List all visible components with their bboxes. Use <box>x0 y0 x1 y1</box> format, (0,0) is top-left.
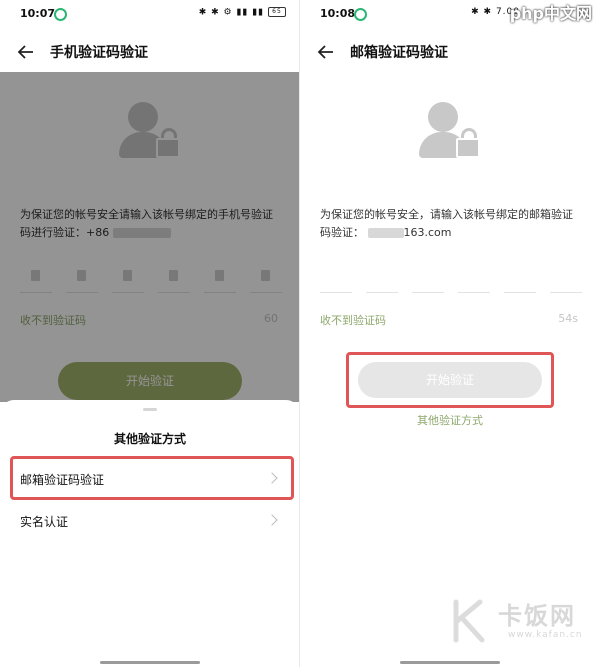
sheet-item-realname-auth[interactable]: 实名认证 <box>20 504 282 540</box>
home-indicator[interactable] <box>100 661 200 664</box>
kafan-logo-icon <box>453 599 485 643</box>
page-title: 手机验证码验证 <box>50 45 148 61</box>
countdown-timer: 54s <box>558 312 578 325</box>
highlight-box-verify-button <box>346 352 554 408</box>
sheet-title: 其他验证方式 <box>113 432 186 446</box>
status-time: 10:07 <box>20 7 56 20</box>
other-methods-link[interactable]: 其他验证方式 <box>300 412 600 428</box>
sheet-item-label: 实名认证 <box>20 515 69 529</box>
header: 邮箱验证码验证 <box>300 32 600 72</box>
watermark-php: php中文网 <box>509 4 592 23</box>
notification-icon <box>54 8 67 21</box>
back-arrow-icon[interactable] <box>316 42 336 62</box>
page-title: 邮箱验证码验证 <box>350 45 448 61</box>
email-verification-screen: 10:08 ✱ ✱ 7.00 邮箱验证码验证 为保证您的帐号安全，请输入该帐号绑… <box>300 0 600 667</box>
code-digit-4[interactable] <box>458 262 490 293</box>
chevron-right-icon <box>266 514 278 526</box>
status-icons: ✱ ✱ ⚙ ▮▮ ▮▮ 65 <box>199 7 286 18</box>
user-lock-icon <box>416 102 484 164</box>
status-bar: 10:07 ✱ ✱ ⚙ ▮▮ ▮▮ 65 <box>0 0 300 28</box>
sheet-grabber[interactable] <box>143 408 157 411</box>
code-input-row[interactable] <box>320 262 582 294</box>
code-digit-2[interactable] <box>366 262 398 293</box>
home-indicator[interactable] <box>400 661 500 664</box>
resend-code-link[interactable]: 收不到验证码 <box>320 312 386 328</box>
status-time: 10:08 <box>320 7 356 20</box>
code-digit-6[interactable] <box>550 262 582 293</box>
code-digit-1[interactable] <box>320 262 352 293</box>
watermark-url: www.kafan.cn <box>508 630 583 640</box>
watermark-kafan: 卡饭网 www.kafan.cn <box>450 596 595 648</box>
masked-email-prefix <box>367 228 404 238</box>
battery-icon: 65 <box>268 7 286 17</box>
back-arrow-icon[interactable] <box>16 42 36 62</box>
dim-overlay[interactable] <box>0 72 300 402</box>
verification-description: 为保证您的帐号安全，请输入该帐号绑定的邮箱验证码验证： 163.com <box>320 206 582 242</box>
notification-icon <box>354 8 367 21</box>
highlight-box-email-option <box>10 456 294 500</box>
other-methods-sheet: 其他验证方式 邮箱验证码验证 实名认证 <box>0 400 300 667</box>
signal-icons: ✱ ✱ ⚙ ▮▮ ▮▮ <box>198 7 265 18</box>
header: 手机验证码验证 <box>0 32 300 72</box>
phone-verification-screen: 10:07 ✱ ✱ ⚙ ▮▮ ▮▮ 65 手机验证码验证 为保证您的帐号安全请输… <box>0 0 300 667</box>
code-digit-3[interactable] <box>412 262 444 293</box>
email-suffix: 163.com <box>403 226 452 239</box>
watermark-text: 卡饭网 <box>498 602 576 630</box>
code-digit-5[interactable] <box>504 262 536 293</box>
